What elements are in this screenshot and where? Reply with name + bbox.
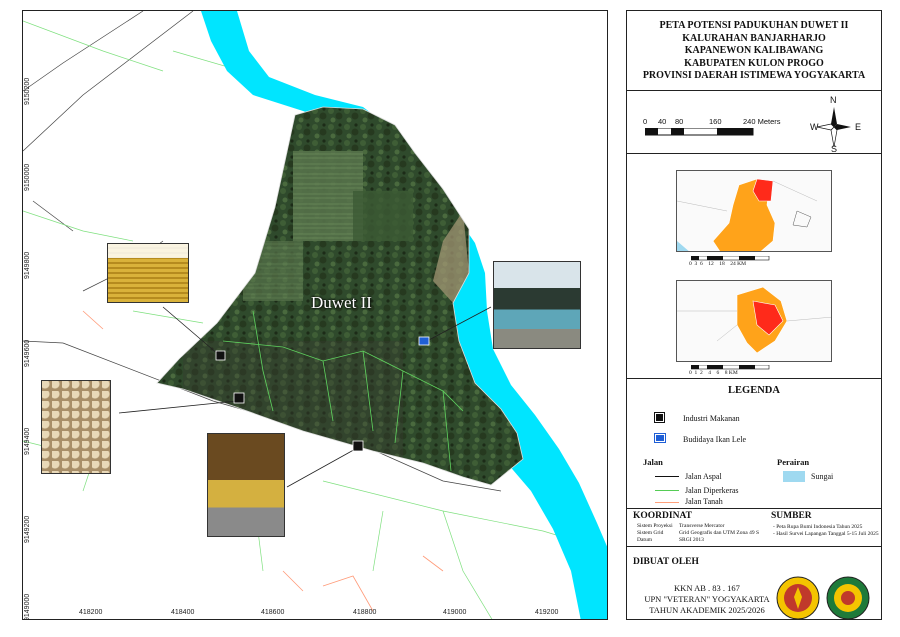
koordinat-datum-key: Datum (637, 537, 652, 543)
y-tick-9149600: 9149600 (24, 339, 31, 367)
dibuat-credits: KKN AB . 83 . 167 UPN "VETERAN" YOGYAKAR… (637, 583, 777, 616)
y-tick-9149800: 9149800 (24, 251, 31, 279)
legend-swatch-diperkeras (655, 490, 679, 491)
upn-logo-icon (776, 576, 820, 620)
legend-jalan-aspal: Jalan Aspal (685, 472, 722, 481)
catfish-farming-icon (654, 433, 666, 443)
title-line-2: KALURAHAN BANJARHARJO (682, 32, 826, 44)
scale-label-160: 160 (709, 117, 722, 126)
scale-label-0: 0 (643, 117, 648, 126)
legend-box: LEGENDA Industri Makanan Budidaya Ikan L… (627, 379, 881, 509)
y-tick-9150000: 9150000 (24, 163, 31, 191)
scale-label-40: 40 (658, 117, 667, 126)
info-panel: PETA POTENSI PADUKUHAN DUWET II KALURAHA… (626, 10, 882, 620)
south-label: S (831, 144, 838, 154)
y-tick-9149000: 9149000 (24, 593, 31, 620)
legend-swatch-sungai (783, 471, 805, 482)
koordinat-title: KOORDINAT (633, 511, 692, 521)
sumber-title: SUMBER (771, 511, 812, 521)
legend-swatch-tanah (655, 502, 679, 503)
y-tick-9150200: 9150200 (24, 77, 31, 105)
north-label: N (830, 95, 837, 105)
x-tick-418400: 418400 (171, 609, 195, 616)
map-title: PETA POTENSI PADUKUHAN DUWET II KALURAHA… (627, 11, 881, 83)
dibuat-box: DIBUAT OLEH KKN AB . 83 . 167 UPN "VETER… (627, 547, 881, 621)
koordinat-sumber-box: KOORDINAT Sistem Proyeksi Transverse Mer… (627, 509, 881, 547)
legend-jalan-tanah: Jalan Tanah (685, 497, 723, 506)
scale-north-box: 0 40 80 160 240 Meters N S E W (627, 91, 881, 154)
koordinat-grid-value: Grid Geografis dan UTM Zona 49 S (679, 530, 760, 536)
x-tick-418600: 418600 (261, 609, 285, 616)
map-layout: Duwet II 418200 418400 418600 418800 419… (0, 0, 900, 637)
legend-sungai: Sungai (811, 472, 834, 481)
west-label: W (810, 122, 819, 132)
inset-maps-box: 0 3 6 12 18 24 KM 0 1 2 4 6 8 KM (627, 154, 881, 379)
x-tick-418200: 418200 (79, 609, 103, 616)
y-tick-9149400: 9149400 (24, 427, 31, 455)
east-label: E (855, 122, 862, 132)
inset-map-district[interactable] (676, 280, 832, 362)
dibuat-title: DIBUAT OLEH (633, 557, 699, 567)
food-industry-icon (654, 412, 665, 423)
title-line-3: KAPANEWON KALIBAWANG (684, 45, 824, 56)
credit-line-3: TAHUN AKADEMIK 2025/2026 (649, 605, 765, 615)
scale-label-80: 80 (675, 117, 684, 126)
title-box: PETA POTENSI PADUKUHAN DUWET II KALURAHA… (627, 11, 881, 91)
photo-production[interactable] (207, 433, 285, 537)
credit-line-2: UPN "VETERAN" YOGYAKARTA (644, 594, 770, 604)
legend-title: LEGENDA (728, 385, 780, 396)
inset-map-regency[interactable] (676, 170, 832, 252)
title-line-1: PETA POTENSI PADUKUHAN DUWET II (659, 20, 849, 31)
legend-jalan-title: Jalan (643, 457, 663, 467)
koordinat-grid-key: Sistem Grid (637, 530, 664, 536)
x-tick-419000: 419000 (443, 609, 467, 616)
title-line-4: KABUPATEN KULON PROGO (684, 57, 824, 69)
x-tick-419200: 419200 (535, 609, 559, 616)
legend-swatch-aspal (655, 476, 679, 477)
scale-bar (645, 128, 754, 136)
photo-catfish-pond[interactable] (493, 261, 581, 349)
inset1-scale-labels: 0 3 6 12 18 24 KM (689, 261, 746, 267)
y-tick-9149200: 9149200 (24, 515, 31, 543)
koordinat-proyeksi-value: Transverse Mercator (679, 523, 725, 529)
koordinat-datum-value: SRGI 2013 (679, 537, 704, 543)
legend-jalan-diperkeras: Jalan Diperkeras (685, 486, 739, 495)
photo-drying-crackers[interactable] (107, 243, 189, 303)
legend-perairan-title: Perairan (777, 457, 810, 467)
kkn-logo-icon (826, 576, 870, 620)
main-map-frame[interactable]: Duwet II 418200 418400 418600 418800 419… (22, 10, 608, 620)
sumber-line-1: - Peta Rupa Bumi Indonesia Tahun 2025 (773, 524, 863, 530)
legend-food-industry: Industri Makanan (683, 414, 740, 423)
catfish-farming-marker[interactable] (418, 336, 430, 346)
area-label: Duwet II (311, 293, 372, 312)
koordinat-proyeksi-key: Sistem Proyeksi (637, 523, 673, 529)
sumber-line-2: - Hasil Survei Lapangan Tanggal 5-15 Jul… (773, 531, 879, 537)
inset2-scale-labels: 0 1 2 4 6 8 KM (689, 370, 738, 376)
scale-label-240: 240 Meters (743, 117, 781, 126)
photo-food-product[interactable] (41, 380, 111, 474)
legend-catfish: Budidaya Ikan Lele (683, 435, 747, 444)
credit-line-1: KKN AB . 83 . 167 (674, 583, 740, 593)
title-line-5: PROVINSI DAERAH ISTIMEWA YOGYAKARTA (642, 70, 866, 81)
x-tick-418800: 418800 (353, 609, 377, 616)
